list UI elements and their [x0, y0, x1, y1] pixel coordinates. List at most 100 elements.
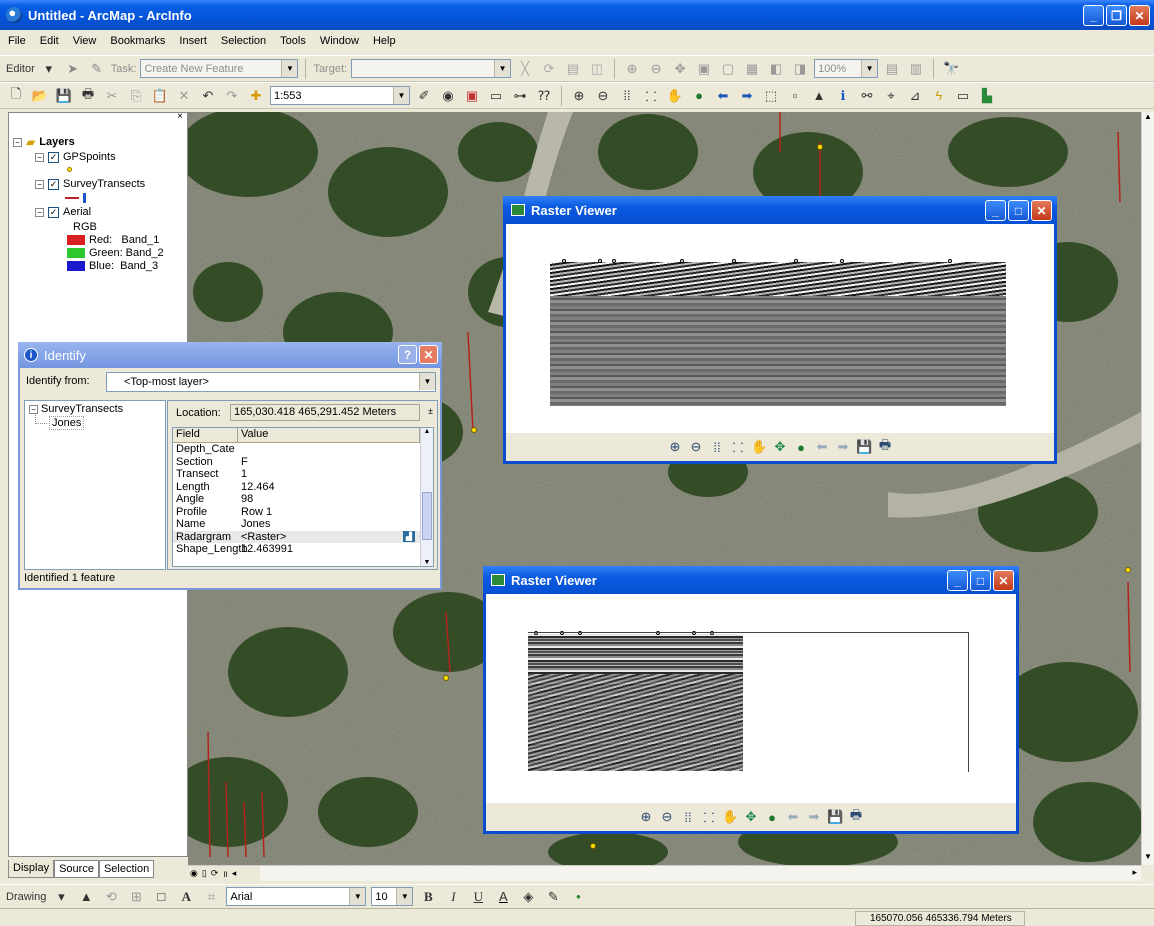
maximize-button[interactable]: □: [970, 570, 991, 591]
tab-source[interactable]: Source: [54, 860, 99, 878]
open-folder-icon[interactable]: 📂: [30, 86, 50, 106]
undo-icon[interactable]: ↶: [198, 86, 218, 106]
layout-pan-icon[interactable]: ✥: [670, 59, 690, 79]
back-arrow-icon[interactable]: ⬅: [785, 809, 801, 825]
select-features-icon[interactable]: ⬚: [761, 86, 781, 106]
view-toggle-buttons[interactable]: ◉ ▯ ⟳ ॥ ◂: [188, 866, 260, 881]
editor-toolbar-icon[interactable]: ✐: [414, 86, 434, 106]
table-row[interactable]: Radargram <Raster> ▟: [173, 530, 433, 543]
delete-icon[interactable]: ✕: [174, 86, 194, 106]
pause-icon[interactable]: ॥: [222, 867, 227, 880]
menu-window[interactable]: Window: [318, 35, 361, 47]
paste-icon[interactable]: 📋: [150, 86, 170, 106]
close-icon[interactable]: ×: [177, 111, 183, 122]
close-button[interactable]: ✕: [1031, 200, 1052, 221]
table-row[interactable]: Length 12.464: [173, 481, 433, 494]
dropdown-arrow-icon[interactable]: ▾: [51, 887, 71, 907]
tab-display[interactable]: Display: [8, 860, 55, 878]
binoculars-icon[interactable]: 🔭: [941, 59, 961, 79]
arctoolbox-icon[interactable]: ▣: [462, 86, 482, 106]
menu-file[interactable]: File: [6, 35, 28, 47]
modelbuilder-icon[interactable]: ⊶: [510, 86, 530, 106]
close-button[interactable]: ✕: [1129, 5, 1150, 26]
help-button[interactable]: ?: [398, 345, 417, 364]
clear-selection-icon[interactable]: ▫: [785, 86, 805, 106]
full-extent-globe-icon[interactable]: ●: [764, 810, 780, 825]
font-size-select[interactable]: 10 ▼: [371, 887, 414, 906]
table-row[interactable]: Name Jones: [173, 518, 433, 531]
zoom-in-icon[interactable]: ⊕: [638, 809, 654, 825]
edit-vertices-icon[interactable]: ⌗: [201, 887, 221, 907]
zoom-in-icon[interactable]: ⊕: [569, 86, 589, 106]
save-icon[interactable]: 💾: [54, 86, 74, 106]
location-copy-icon[interactable]: ±: [428, 406, 433, 416]
attributes-icon[interactable]: ▤: [563, 59, 583, 79]
full-extent-globe-icon[interactable]: ●: [689, 86, 709, 106]
dropdown-arrow-icon[interactable]: ▾: [39, 59, 59, 79]
rotate-tool-icon[interactable]: ⟳: [539, 59, 559, 79]
pan-hand-icon[interactable]: ✋: [751, 439, 767, 455]
toc-layer-gpspoints[interactable]: − ✓ GPSpoints: [35, 151, 116, 163]
forward-arrow-icon[interactable]: ➡: [835, 439, 851, 455]
editor-menu[interactable]: Editor: [6, 63, 35, 75]
refresh-icon[interactable]: ⟳: [211, 868, 219, 879]
layout-zoom-out-icon[interactable]: ⊖: [646, 59, 666, 79]
redo-icon[interactable]: ↷: [222, 86, 242, 106]
menu-selection[interactable]: Selection: [219, 35, 268, 47]
collapse-icon[interactable]: −: [35, 152, 44, 162]
text-tool-icon[interactable]: A: [176, 887, 196, 907]
fixed-zoom-out-icon[interactable]: ⸬: [730, 438, 746, 456]
select-elements-arrow-icon[interactable]: ▲: [809, 86, 829, 106]
layer-visibility-checkbox[interactable]: ✓: [48, 178, 59, 190]
go-to-xy-icon[interactable]: ⌖: [881, 86, 901, 106]
menu-tools[interactable]: Tools: [278, 35, 308, 47]
toc-layers-root[interactable]: − ▰ Layers: [13, 135, 75, 149]
raster-view-button[interactable]: ▟: [403, 530, 415, 542]
fill-color-icon[interactable]: ◈: [518, 887, 538, 907]
scroll-up-icon[interactable]: ▲: [1142, 112, 1154, 121]
focus-data-frame-icon[interactable]: ▥: [906, 59, 926, 79]
arccatalog-icon[interactable]: ◉: [438, 86, 458, 106]
sketch-properties-icon[interactable]: ◫: [587, 59, 607, 79]
layout-forward-icon[interactable]: ◨: [790, 59, 810, 79]
full-extent-globe-icon[interactable]: ●: [793, 440, 809, 455]
back-arrow-icon[interactable]: ⬅: [814, 439, 830, 455]
grid-scrollbar[interactable]: ▲ ▼: [420, 428, 433, 566]
collapse-icon[interactable]: −: [35, 207, 44, 217]
menu-help[interactable]: Help: [371, 35, 398, 47]
fixed-zoom-out-icon[interactable]: ⸬: [701, 808, 717, 826]
cut-icon[interactable]: ✂: [102, 86, 122, 106]
toc-layer-aerial[interactable]: − ✓ Aerial: [35, 206, 91, 218]
marker-color-icon[interactable]: •: [568, 887, 588, 907]
hyperlink-icon[interactable]: ϟ: [929, 86, 949, 106]
radargram-image[interactable]: [528, 631, 743, 771]
field-column-header[interactable]: Field: [173, 428, 238, 442]
layout-full-page-icon[interactable]: ▦: [742, 59, 762, 79]
map-scale-select[interactable]: 1:553 ▼: [270, 86, 410, 105]
table-row[interactable]: Profile Row 1: [173, 506, 433, 519]
menu-insert[interactable]: Insert: [177, 35, 209, 47]
layout-zoom-select[interactable]: 100% ▼: [814, 59, 879, 78]
target-select[interactable]: ▼: [351, 59, 512, 78]
close-button[interactable]: ✕: [419, 345, 438, 364]
layout-fixed-zoom-in-icon[interactable]: ▣: [694, 59, 714, 79]
restore-button[interactable]: ❐: [1106, 5, 1127, 26]
maximize-button[interactable]: □: [1008, 200, 1029, 221]
identify-icon[interactable]: ℹ: [833, 86, 853, 106]
minimize-button[interactable]: _: [1083, 5, 1104, 26]
zoom-out-icon[interactable]: ⊖: [659, 809, 675, 825]
copy-icon[interactable]: ⎘: [126, 86, 146, 106]
italic-button[interactable]: I: [443, 887, 463, 907]
tree-node-jones[interactable]: Jones: [49, 416, 85, 430]
map-vertical-scrollbar[interactable]: ▲ ▼: [1141, 112, 1154, 865]
value-column-header[interactable]: Value: [238, 428, 420, 442]
fixed-zoom-in-icon[interactable]: ⁞⁞: [680, 810, 696, 825]
scroll-right-icon[interactable]: ▸: [1132, 867, 1137, 878]
layer-visibility-checkbox[interactable]: ✓: [48, 151, 59, 163]
tab-selection[interactable]: Selection: [98, 860, 155, 878]
scroll-left-icon[interactable]: ◂: [232, 868, 237, 879]
save-icon[interactable]: 💾: [856, 439, 872, 455]
html-popup-icon[interactable]: ▭: [953, 86, 973, 106]
collapse-icon[interactable]: −: [29, 404, 38, 414]
layout-view-icon[interactable]: ▯: [202, 868, 207, 879]
